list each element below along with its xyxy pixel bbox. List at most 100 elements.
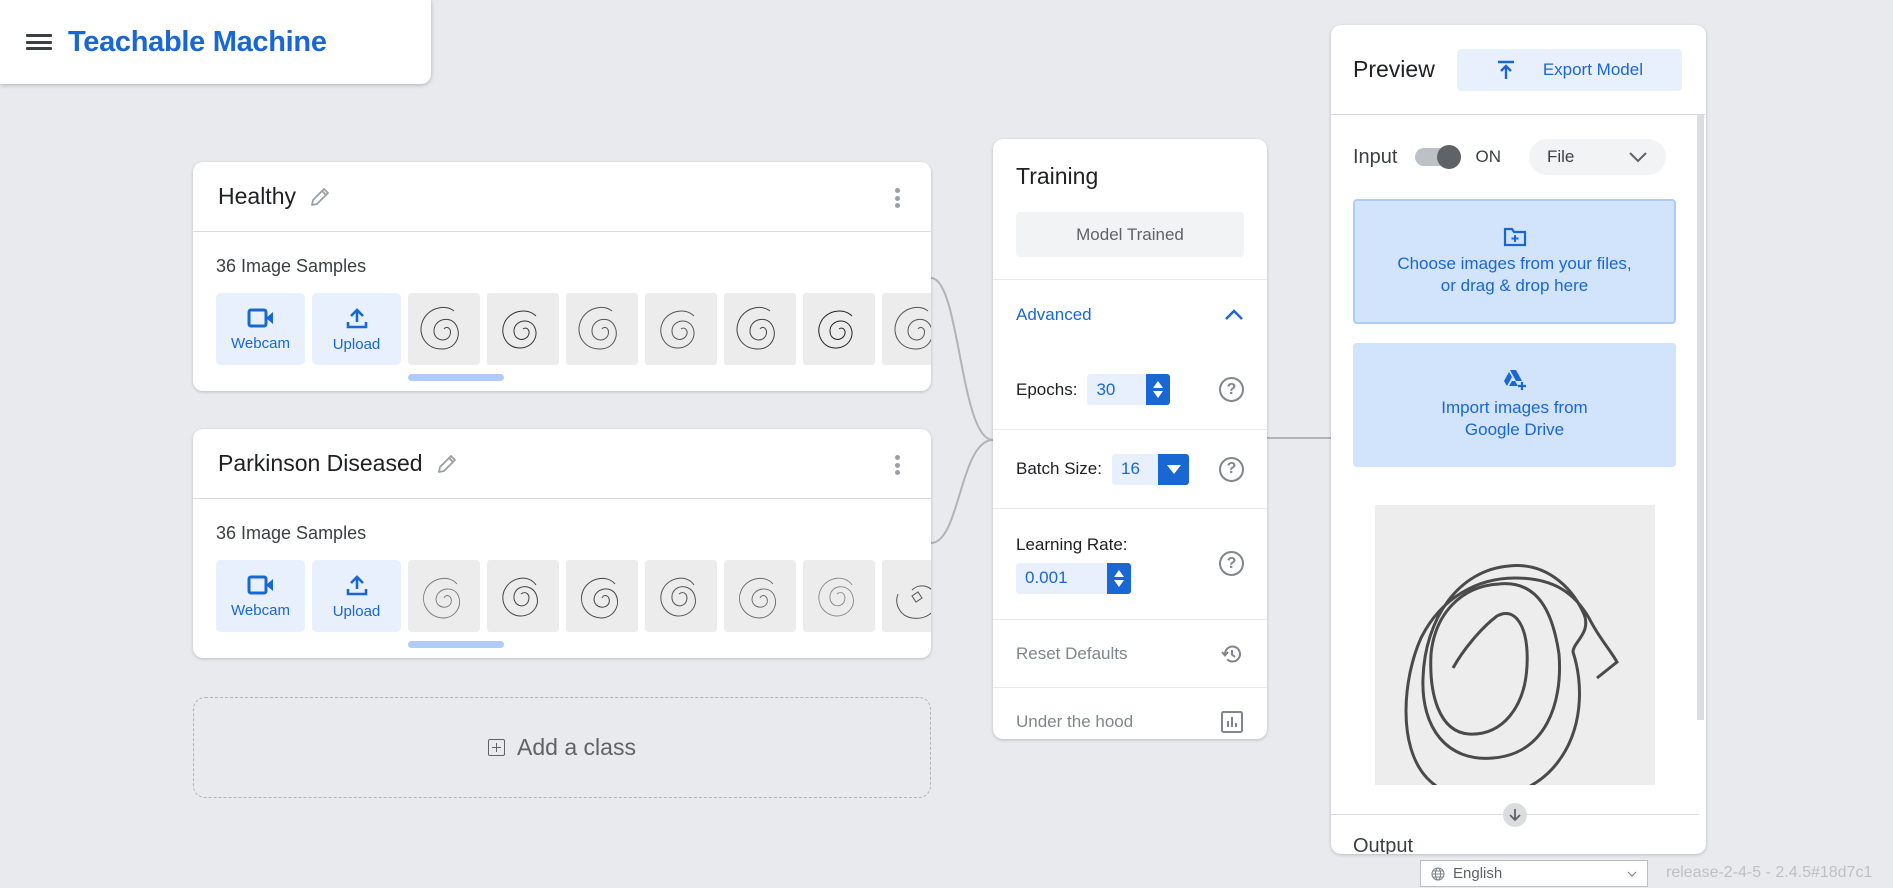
train-model-button[interactable]: Model Trained [1016, 212, 1244, 257]
export-model-label: Export Model [1542, 59, 1643, 79]
under-the-hood-button[interactable]: Under the hood [993, 688, 1267, 739]
app-title: Teachable Machine [68, 25, 327, 58]
more-vert-icon[interactable] [895, 455, 901, 475]
sample-thumbnail[interactable] [408, 560, 480, 632]
pencil-icon[interactable] [308, 185, 332, 209]
drop-zone-text-1: Choose images from your files, [1397, 253, 1632, 273]
class-name[interactable]: Healthy [218, 183, 296, 210]
dropdown-arrow-icon[interactable] [1158, 453, 1189, 485]
scroll-indicator [1331, 785, 1706, 835]
reset-defaults-button[interactable]: Reset Defaults [993, 620, 1267, 687]
drive-text-1: Import images from [1441, 398, 1588, 417]
help-icon[interactable]: ? [1219, 377, 1244, 402]
advanced-toggle[interactable]: Advanced [993, 280, 1267, 350]
advanced-label: Advanced [1016, 305, 1092, 324]
upload-icon [346, 307, 367, 328]
batch-size-row: Batch Size: 16 ? [993, 430, 1267, 508]
upload-icon [346, 574, 367, 595]
samples-row: Webcam Upload [216, 560, 931, 632]
sample-thumbnail[interactable] [408, 293, 480, 365]
export-icon [1497, 60, 1514, 79]
decrement-icon [1153, 391, 1164, 398]
add-class-button[interactable]: Add a class [193, 697, 931, 798]
google-drive-import-button[interactable]: Import images from Google Drive [1353, 343, 1676, 467]
learning-rate-label: Learning Rate: [1016, 534, 1128, 554]
class-card-parkinson-diseased: Parkinson Diseased 36 Image Samples Webc… [193, 429, 931, 658]
connector-line [930, 277, 994, 441]
epochs-input[interactable]: 30 [1087, 374, 1171, 405]
webcam-button[interactable]: Webcam [216, 293, 305, 365]
sample-thumbnail[interactable] [803, 293, 875, 365]
decrement-icon [1114, 579, 1124, 587]
language-select[interactable]: English [1420, 860, 1648, 887]
sample-thumbnail[interactable] [724, 293, 796, 365]
output-label: Output [1353, 835, 1414, 854]
file-drop-zone[interactable]: Choose images from your files, or drag &… [1353, 199, 1676, 324]
training-title: Training [1016, 163, 1099, 189]
increment-icon [1153, 381, 1164, 388]
connector-line [930, 439, 994, 544]
increment-icon [1114, 569, 1124, 577]
batch-size-value: 16 [1121, 459, 1140, 478]
google-drive-add-icon [1503, 370, 1526, 390]
sample-count: 36 Image Samples [216, 523, 367, 543]
upload-button[interactable]: Upload [312, 560, 401, 632]
help-icon[interactable]: ? [1219, 551, 1244, 576]
upload-button[interactable]: Upload [312, 293, 401, 365]
learning-rate-stepper[interactable] [1107, 562, 1131, 594]
reset-defaults-label: Reset Defaults [1016, 643, 1128, 663]
class-card-header: Healthy [193, 162, 931, 232]
epochs-stepper[interactable] [1146, 374, 1171, 405]
input-source-select[interactable]: File [1528, 139, 1666, 175]
epochs-label: Epochs: [1016, 379, 1078, 399]
input-toggle-state: ON [1475, 147, 1501, 166]
thumbnail-scrollbar[interactable] [408, 641, 504, 648]
thumbnail-scrollbar[interactable] [408, 374, 504, 381]
upload-label: Upload [332, 602, 381, 620]
preview-scrollbar[interactable] [1697, 115, 1704, 720]
under-the-hood-label: Under the hood [1016, 711, 1134, 731]
upload-label: Upload [332, 335, 381, 353]
sample-thumbnail[interactable] [645, 293, 717, 365]
batch-size-select[interactable]: 16 [1112, 453, 1189, 485]
sample-thumbnail[interactable] [882, 293, 931, 365]
chevron-down-icon [1629, 152, 1647, 163]
add-box-icon [488, 739, 506, 756]
chevron-up-icon [1225, 309, 1243, 320]
drop-zone-text-2: or drag & drop here [1440, 275, 1589, 295]
pencil-icon[interactable] [435, 452, 459, 476]
arrow-down-icon[interactable] [1503, 803, 1527, 827]
sample-thumbnail[interactable] [487, 293, 559, 365]
webcam-button[interactable]: Webcam [216, 560, 305, 632]
more-vert-icon[interactable] [895, 188, 901, 208]
epochs-value: 30 [1096, 379, 1116, 399]
sample-thumbnail[interactable] [724, 560, 796, 632]
bar-chart-icon [1221, 710, 1243, 733]
hamburger-menu-icon[interactable] [26, 32, 52, 52]
learning-rate-input[interactable]: 0.001 [1016, 562, 1131, 594]
sample-thumbnail[interactable] [803, 560, 875, 632]
sample-thumbnail[interactable] [566, 560, 638, 632]
sample-count: 36 Image Samples [216, 256, 367, 276]
input-row: Input ON File [1353, 137, 1706, 177]
class-card-healthy: Healthy 36 Image Samples Webcam Upload [193, 162, 931, 391]
learning-rate-value: 0.001 [1025, 568, 1068, 587]
version-label: release-2-4-5 - 2.4.5#18d7c1 [1666, 864, 1873, 881]
webcam-icon [247, 308, 273, 327]
input-toggle[interactable] [1415, 145, 1462, 169]
preview-title: Preview [1353, 56, 1435, 82]
sample-thumbnail[interactable] [487, 560, 559, 632]
training-panel: Training Model Trained Advanced Epochs: … [993, 139, 1267, 739]
help-icon[interactable]: ? [1219, 456, 1244, 482]
chevron-down-icon [1627, 871, 1637, 877]
sample-thumbnail[interactable] [645, 560, 717, 632]
class-name[interactable]: Parkinson Diseased [218, 450, 423, 477]
preview-panel: Preview Export Model Input ON File Choos… [1331, 25, 1706, 854]
preview-image [1375, 505, 1655, 785]
webcam-icon [247, 575, 273, 594]
export-model-button[interactable]: Export Model [1456, 48, 1682, 91]
learning-rate-row: Learning Rate: 0.001 ? [993, 509, 1267, 619]
add-class-label: Add a class [517, 734, 636, 760]
sample-thumbnail[interactable] [882, 560, 931, 632]
sample-thumbnail[interactable] [566, 293, 638, 365]
